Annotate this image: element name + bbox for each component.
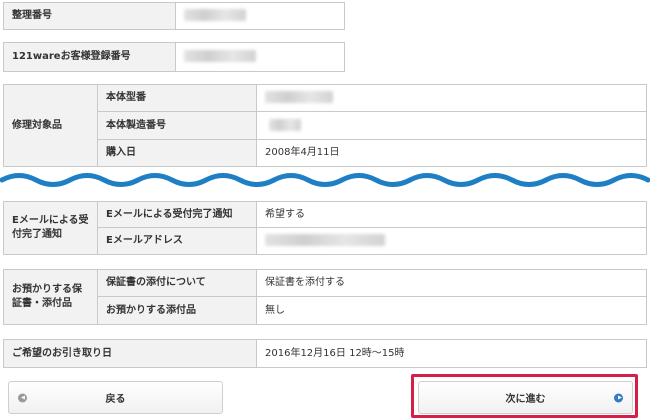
pickup-label: ご希望のお引き取り日 — [3, 339, 257, 368]
email-notice-table: Eメールによる受付完了通知 Eメールによる受付完了通知 希望する Eメールアドレ… — [3, 201, 647, 255]
repair-target-label: 修理対象品 — [3, 84, 98, 167]
deposits-table: お預かりする保証書・添付品 保証書の添付について 保証書を添付する お預かりする… — [3, 269, 647, 325]
seiri-number-label: 整理番号 — [3, 2, 176, 30]
email-address-label: Eメールアドレス — [97, 227, 257, 255]
deposits-label: お預かりする保証書・添付品 — [3, 269, 98, 325]
purchase-date-value: 2008年4月11日 — [256, 139, 647, 167]
chevron-left-icon — [18, 393, 27, 402]
attachments-label: お預かりする添付品 — [97, 296, 257, 325]
seiri-number-table: 整理番号 — [3, 2, 345, 30]
repair-target-table: 修理対象品 本体型番 本体製造番号 購入日 2008年4月11日 — [3, 84, 647, 167]
pickup-table: ご希望のお引き取り日 2016年12月16日 12時～15時 — [3, 339, 647, 368]
redacted-value — [265, 91, 333, 103]
purchase-date-label: 購入日 — [97, 139, 257, 167]
email-notice-row-label: Eメールによる受付完了通知 — [97, 201, 257, 228]
wave-line — [0, 173, 650, 187]
pickup-value: 2016年12月16日 12時～15時 — [256, 339, 647, 368]
model-number-value — [256, 84, 647, 112]
next-button-label: 次に進む — [505, 394, 546, 405]
wave-divider — [0, 173, 650, 187]
redacted-value — [265, 234, 385, 246]
customer-reg-table: 121wareお客様登録番号 — [3, 42, 345, 72]
email-notice-value: 希望する — [256, 201, 647, 228]
redacted-value — [184, 50, 256, 62]
serial-number-value — [256, 111, 647, 140]
serial-number-label: 本体製造番号 — [97, 111, 257, 140]
warranty-value: 保証書を添付する — [256, 269, 647, 297]
back-button-label: 戻る — [105, 394, 126, 405]
model-number-label: 本体型番 — [97, 84, 257, 112]
warranty-label: 保証書の添付について — [97, 269, 257, 297]
email-address-value — [256, 227, 647, 255]
attachments-value: 無し — [256, 296, 647, 325]
customer-reg-value — [175, 42, 345, 72]
next-button[interactable]: 次に進む — [418, 381, 633, 414]
customer-reg-label: 121wareお客様登録番号 — [3, 42, 176, 72]
back-button[interactable]: 戻る — [8, 381, 223, 414]
chevron-right-icon — [614, 393, 623, 402]
redacted-value — [269, 118, 301, 131]
seiri-number-value — [175, 2, 345, 30]
redacted-value — [184, 9, 246, 21]
email-notice-label: Eメールによる受付完了通知 — [3, 201, 98, 255]
